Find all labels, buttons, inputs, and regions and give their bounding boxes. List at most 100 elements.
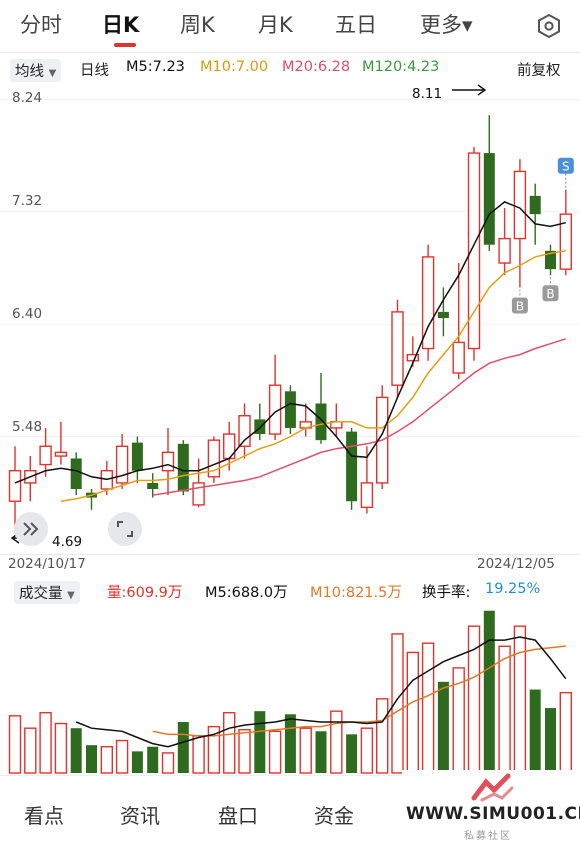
period-tab-bar: 分时 日K 周K 月K 五日 更多▾ <box>0 0 580 52</box>
volume-bar-up <box>559 691 572 774</box>
ma10-value: M10:7.00 <box>200 59 269 75</box>
volume-bar-down <box>545 708 556 773</box>
candle-body-down <box>131 442 143 471</box>
volume-bar-up <box>238 729 251 774</box>
candle[interactable] <box>376 385 389 490</box>
candle[interactable] <box>284 385 296 435</box>
volume-bar-up <box>115 739 129 774</box>
candle-body-down <box>346 431 358 502</box>
candle[interactable] <box>421 244 435 361</box>
adjust-mode-button[interactable]: 前复权 <box>517 59 561 80</box>
volume-bar-down <box>346 734 358 773</box>
arrow-right-icon <box>452 84 487 96</box>
candle[interactable] <box>115 434 129 490</box>
volume-bar-down <box>529 689 541 773</box>
ma-select[interactable]: 均线 ▼ <box>10 59 62 82</box>
nav-highlights[interactable]: 看点 <box>24 800 64 829</box>
candle-body-down <box>284 391 296 428</box>
candle[interactable] <box>545 244 556 276</box>
volume-select[interactable]: 成交量 ▼ <box>14 581 80 604</box>
volume-bar-down <box>483 610 495 773</box>
volume-bar-up <box>222 712 236 774</box>
volume-bar-up <box>8 715 22 774</box>
divider <box>0 52 580 53</box>
volume-bar-up <box>268 730 282 774</box>
date-end-label: 2024/12/05 <box>477 556 555 572</box>
candle[interactable] <box>529 183 541 245</box>
ma120-value: M120:4.23 <box>362 59 440 75</box>
volume-bar-down <box>437 681 449 773</box>
settings-hexagon-icon[interactable] <box>536 13 562 39</box>
tab-five-day[interactable]: 五日 <box>335 10 377 40</box>
volume-bar-up <box>330 710 343 774</box>
nav-news[interactable]: 资讯 <box>120 800 160 829</box>
volume-indicator-bar: 成交量 ▼ 量:609.9万 M5:688.0万 M10:821.5万 换手率:… <box>0 575 580 605</box>
ma5-line <box>14 201 566 484</box>
volume-bar-up <box>299 727 312 774</box>
tab-monthly-k[interactable]: 月K <box>258 10 293 40</box>
turnover-value: 19.25% <box>485 581 541 597</box>
candle[interactable] <box>131 436 143 483</box>
candle[interactable] <box>391 299 404 398</box>
volume-bar-up <box>100 746 114 774</box>
price-axis-label: 6.40 <box>12 306 43 322</box>
candle[interactable] <box>268 354 282 441</box>
candle[interactable] <box>315 372 327 444</box>
candle[interactable] <box>192 458 205 508</box>
candle-body-up <box>8 470 22 502</box>
candle[interactable] <box>161 427 175 496</box>
candle-body-up <box>238 415 251 447</box>
candle-body-up <box>513 170 527 240</box>
watermark-subtitle: 私募社区 <box>464 831 512 842</box>
volume-bar-down <box>177 722 189 773</box>
tab-more[interactable]: 更多▾ <box>420 10 473 40</box>
volume-bar-up <box>192 735 205 774</box>
candle-body-down <box>483 153 495 245</box>
candle[interactable] <box>559 189 572 276</box>
candle[interactable] <box>513 159 527 288</box>
nav-order-book[interactable]: 盘口 <box>218 800 258 829</box>
fullscreen-button[interactable] <box>108 512 142 546</box>
candle[interactable] <box>238 403 251 459</box>
logo-icon <box>471 773 514 802</box>
active-tab-indicator <box>114 43 136 47</box>
date-start-label: 2024/10/17 <box>8 556 86 572</box>
volume-ma10-value: M10:821.5万 <box>310 585 402 601</box>
tab-weekly-k[interactable]: 周K <box>180 10 215 40</box>
candlestick-chart[interactable]: B B S <box>0 82 580 554</box>
chevron-down-icon: ▼ <box>67 590 75 601</box>
candle[interactable] <box>70 452 82 496</box>
candle-body-down <box>147 482 159 490</box>
candle[interactable] <box>54 421 68 465</box>
candle[interactable] <box>346 427 358 510</box>
candle-body-up <box>498 237 511 264</box>
candle[interactable] <box>498 208 511 276</box>
volume-chart[interactable] <box>0 603 580 775</box>
low-price-annotation: 4.69 <box>52 534 83 550</box>
candle-body-up <box>192 482 205 506</box>
candle-body-up <box>360 482 374 509</box>
volume-bar-up <box>161 752 175 774</box>
tab-intraday[interactable]: 分时 <box>20 10 62 40</box>
volume-bar-up <box>498 645 511 774</box>
volume-bar-up <box>513 625 527 774</box>
site-watermark: WWW.SIMU001.CN 私募社区 <box>402 770 580 845</box>
expand-icon <box>117 521 133 537</box>
candle-body-down <box>437 311 449 318</box>
volume-bar-down <box>315 731 327 773</box>
candle[interactable] <box>177 440 189 496</box>
nav-capital-flow[interactable]: 资金 <box>314 800 354 829</box>
candle-body-up <box>54 451 68 457</box>
candle[interactable] <box>483 115 495 251</box>
candle[interactable] <box>86 489 97 510</box>
candle-body-up <box>391 311 404 386</box>
volume-bar-up <box>406 651 419 774</box>
candle[interactable] <box>207 436 221 483</box>
collapse-sidebar-button[interactable] <box>14 512 48 546</box>
volume-bar-down <box>147 746 159 773</box>
candle[interactable] <box>254 403 266 441</box>
tab-daily-k[interactable]: 日K <box>102 10 139 40</box>
high-price-annotation: 8.11 <box>412 86 443 102</box>
ma20-value: M20:6.28 <box>282 59 351 75</box>
double-chevron-right-icon <box>23 522 39 536</box>
